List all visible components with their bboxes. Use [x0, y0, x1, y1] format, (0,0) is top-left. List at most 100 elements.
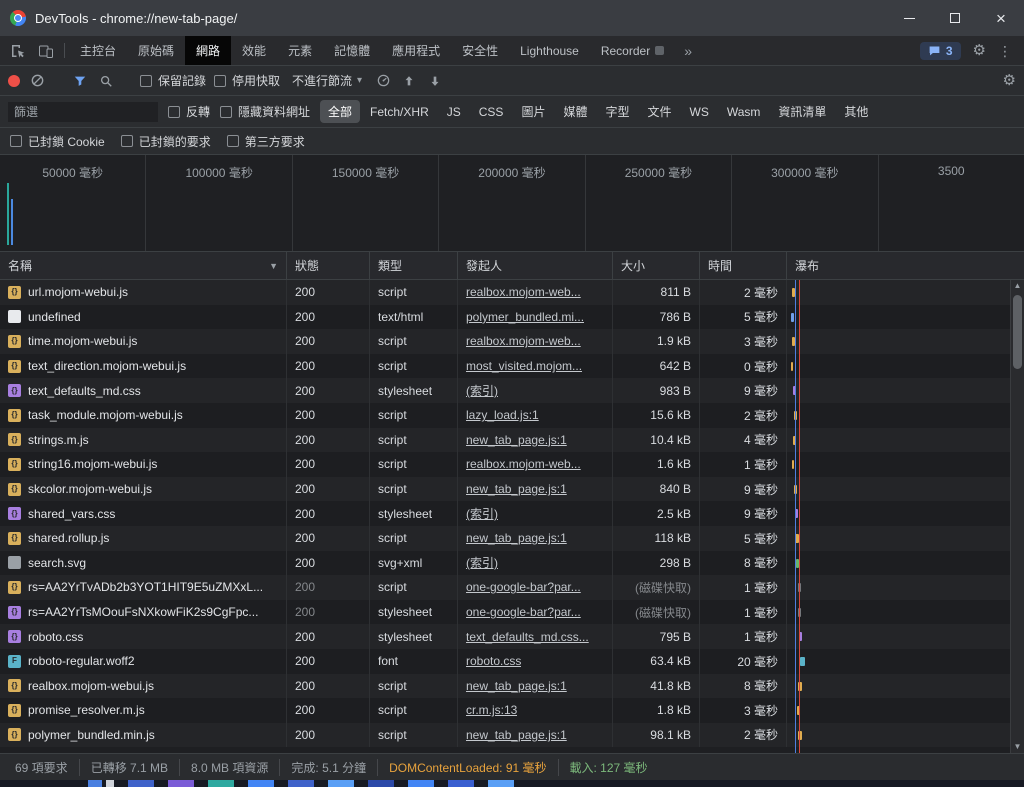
device-toolbar-icon[interactable]	[32, 36, 60, 65]
request-row[interactable]: {} roboto.css 200 stylesheet text_defaults_m…	[0, 624, 1024, 649]
initiator-link[interactable]: new_tab_page.js:1	[466, 728, 567, 742]
blocked-cookies-checkbox[interactable]	[10, 135, 22, 147]
filter-chip-其他[interactable]: 其他	[836, 100, 876, 123]
request-row[interactable]: {} shared.rollup.js 200 script new_tab_page.…	[0, 525, 1024, 551]
kebab-menu-icon[interactable]: ⋮	[998, 44, 1012, 58]
tab-console[interactable]: 主控台	[69, 36, 127, 65]
initiator-link[interactable]: one-google-bar?par...	[466, 605, 581, 619]
request-row[interactable]: {} url.mojom-webui.js 200 script realbox.moj…	[0, 280, 1024, 305]
filter-chip-圖片[interactable]: 圖片	[513, 100, 553, 123]
initiator-link[interactable]: new_tab_page.js:1	[466, 482, 567, 496]
initiator-link[interactable]: realbox.mojom-web...	[466, 334, 581, 348]
request-row[interactable]: {} string16.mojom-webui.js 200 script realbo…	[0, 452, 1024, 477]
disable-cache-checkbox[interactable]	[214, 74, 227, 87]
column-header-2[interactable]: 狀態	[287, 252, 370, 279]
filter-input[interactable]	[8, 101, 158, 122]
request-row[interactable]: {} shared_vars.css 200 stylesheet (索引) 2.5 kB…	[0, 501, 1024, 526]
request-row[interactable]: search.svg 200 svg+xml (索引) 298 B8 毫秒	[0, 550, 1024, 576]
request-row[interactable]: {} polymer_bundled.min.js 200 script new_tab…	[0, 722, 1024, 748]
request-row[interactable]: {} rs=AA2YrTvADb2b3YOT1HIT9E5uZMXxL... 200…	[0, 575, 1024, 600]
filter-chip-文件[interactable]: 文件	[639, 100, 679, 123]
initiator-link[interactable]: new_tab_page.js:1	[466, 679, 567, 693]
filter-chip-CSS[interactable]: CSS	[471, 102, 512, 122]
initiator-link[interactable]: realbox.mojom-web...	[466, 285, 581, 299]
invert-filter-checkbox[interactable]	[168, 105, 180, 118]
tab-memory[interactable]: 記憶體	[323, 36, 381, 65]
console-messages-badge[interactable]: 3	[919, 41, 961, 60]
filter-chip-字型[interactable]: 字型	[597, 100, 637, 123]
tab-recorder[interactable]: Recorder	[590, 36, 675, 65]
scroll-up-icon[interactable]: ▲	[1014, 282, 1022, 290]
request-row[interactable]: {} strings.m.js 200 script new_tab_page.js:1…	[0, 427, 1024, 453]
filter-chip-媒體[interactable]: 媒體	[555, 100, 595, 123]
request-row[interactable]: undefined 200 text/html polymer_bundled.mi.…	[0, 304, 1024, 330]
tab-sources[interactable]: 原始碼	[127, 36, 185, 65]
request-row[interactable]: {} realbox.mojom-webui.js 200 script new_tab…	[0, 673, 1024, 699]
tab-application[interactable]: 應用程式	[381, 36, 451, 65]
scrollbar-thumb[interactable]	[1013, 295, 1022, 369]
blocked-requests-checkbox[interactable]	[120, 135, 133, 147]
initiator-link[interactable]: (索引)	[466, 382, 498, 399]
filter-chip-資訊清單[interactable]: 資訊清單	[770, 100, 834, 123]
initiator-link[interactable]: lazy_load.js:1	[466, 408, 539, 422]
scroll-down-icon[interactable]: ▼	[1014, 743, 1022, 751]
request-row[interactable]: {} time.mojom-webui.js 200 script realbox.mo…	[0, 329, 1024, 354]
request-row[interactable]: Froboto-regular.woff2 200 font roboto.css 63…	[0, 648, 1024, 674]
tab-network[interactable]: 網路	[185, 36, 232, 65]
request-row[interactable]: {} task_module.mojom-webui.js 200 script laz…	[0, 402, 1024, 428]
search-icon[interactable]	[97, 72, 115, 90]
initiator-link[interactable]: roboto.css	[466, 654, 521, 668]
request-row[interactable]: {} text_defaults_md.css 200 stylesheet (索引) 9…	[0, 378, 1024, 403]
tab-performance[interactable]: 效能	[231, 36, 277, 65]
tab-security[interactable]: 安全性	[451, 36, 509, 65]
request-row[interactable]: {} text_direction.mojom-webui.js 200 script…	[0, 353, 1024, 379]
request-row[interactable]: {} promise_resolver.m.js 200 script cr.m.js:…	[0, 698, 1024, 723]
network-conditions-icon[interactable]	[374, 72, 392, 90]
column-header-1[interactable]: 名稱 ▼	[0, 252, 287, 279]
request-row[interactable]: {} rs=AA2YrTsMOouFsNXkowFiK2s9CgFpc... 200…	[0, 599, 1024, 625]
record-network-log-button[interactable]	[8, 74, 20, 87]
vertical-scrollbar[interactable]: ▲ ▼	[1010, 280, 1024, 753]
hide-data-urls-checkbox[interactable]	[220, 105, 233, 118]
initiator-link[interactable]: one-google-bar?par...	[466, 580, 581, 594]
filter-chip-Fetch/XHR[interactable]: Fetch/XHR	[362, 102, 437, 122]
more-tabs-icon[interactable]: »	[675, 36, 701, 65]
settings-gear-icon[interactable]: ⚙	[973, 43, 986, 58]
initiator-link[interactable]: new_tab_page.js:1	[466, 531, 567, 545]
initiator-link[interactable]: new_tab_page.js:1	[466, 433, 567, 447]
network-overview-timeline[interactable]: 50000 毫秒 100000 毫秒 150000 毫秒 200000 毫秒 25000…	[0, 155, 1024, 252]
inspect-element-icon[interactable]	[4, 36, 32, 65]
disable-cache-label: 停用快取	[232, 74, 281, 88]
column-header-3[interactable]: 類型	[370, 252, 458, 279]
initiator-link[interactable]: most_visited.mojom...	[466, 359, 582, 373]
network-settings-gear-icon[interactable]: ⚙	[1003, 73, 1016, 88]
import-har-icon[interactable]	[400, 72, 418, 90]
filter-toggle-icon[interactable]	[71, 72, 89, 90]
tab-lighthouse[interactable]: Lighthouse	[509, 36, 590, 65]
close-button[interactable]: ×	[978, 0, 1024, 36]
filter-chip-JS[interactable]: JS	[439, 102, 469, 122]
initiator-link[interactable]: polymer_bundled.mi...	[466, 310, 584, 324]
initiator-link[interactable]: text_defaults_md.css...	[466, 630, 589, 644]
tab-elements[interactable]: 元素	[277, 36, 323, 65]
column-header-4[interactable]: 發起人	[458, 252, 613, 279]
minimize-button[interactable]	[886, 0, 932, 36]
column-header-5[interactable]: 大小	[613, 252, 700, 279]
clear-network-log-icon[interactable]	[28, 72, 46, 90]
third-party-checkbox[interactable]	[226, 135, 239, 147]
maximize-button[interactable]	[932, 0, 978, 36]
preserve-log-checkbox[interactable]	[140, 74, 152, 87]
column-header-6[interactable]: 時間	[700, 252, 787, 279]
filter-chip-Wasm[interactable]: Wasm	[719, 102, 769, 122]
throttling-select[interactable]: 不進行節流 ▾	[288, 70, 366, 91]
initiator-link[interactable]: realbox.mojom-web...	[466, 457, 581, 471]
initiator-link[interactable]: (索引)	[466, 505, 498, 522]
filter-chip-全部[interactable]: 全部	[320, 100, 361, 123]
request-size-cell: 1.6 kB	[613, 452, 700, 477]
export-har-icon[interactable]	[426, 72, 444, 90]
request-row[interactable]: {} skcolor.mojom-webui.js 200 script new_tab…	[0, 476, 1024, 502]
initiator-link[interactable]: (索引)	[466, 554, 498, 571]
initiator-link[interactable]: cr.m.js:13	[466, 703, 517, 717]
filter-chip-WS[interactable]: WS	[682, 102, 717, 122]
column-header-7[interactable]: 瀑布	[787, 252, 1024, 279]
